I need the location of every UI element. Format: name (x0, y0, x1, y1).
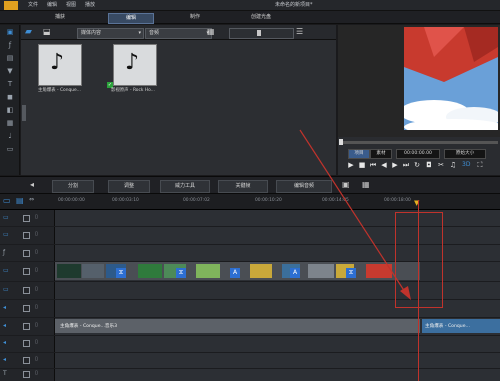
annotation-arrow (299, 129, 411, 300)
